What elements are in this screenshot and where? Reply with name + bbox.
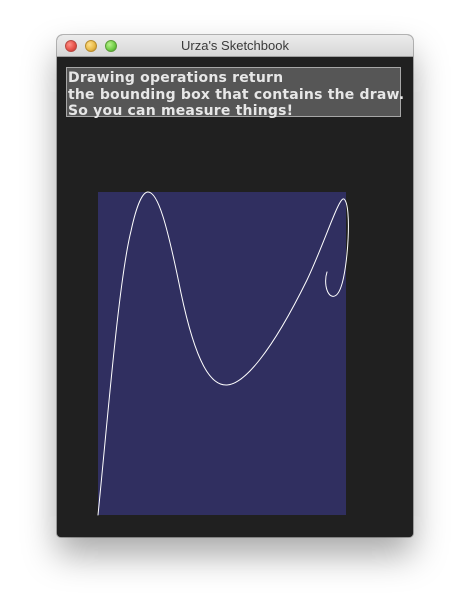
titlebar: Urza's Sketchbook (57, 35, 413, 57)
bounding-box (98, 192, 346, 515)
sketch-canvas-area: Drawing operations return the bounding b… (57, 57, 413, 537)
window-title: Urza's Sketchbook (181, 38, 289, 53)
sketch-drawing (97, 191, 349, 516)
app-window: Urza's Sketchbook Drawing operations ret… (57, 35, 413, 537)
